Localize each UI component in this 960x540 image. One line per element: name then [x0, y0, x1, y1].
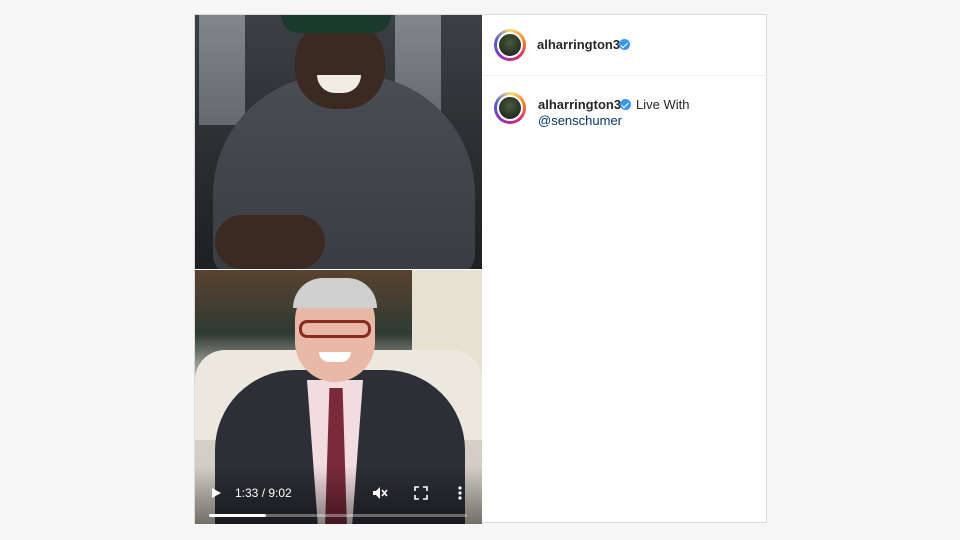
author-avatar[interactable]	[494, 92, 526, 124]
caption-username[interactable]: alharrington3	[538, 97, 621, 112]
video-progress-bar[interactable]	[209, 514, 467, 517]
play-icon	[212, 488, 221, 498]
video-time-display: 1:33 / 9:02	[235, 486, 292, 500]
more-vertical-icon	[458, 486, 462, 500]
person-hands	[215, 215, 325, 269]
author-username[interactable]: alharrington3	[537, 37, 620, 52]
mute-button[interactable]	[371, 484, 389, 502]
person-cap	[281, 15, 391, 33]
author-avatar[interactable]	[494, 29, 526, 61]
mention-link[interactable]: @senschumer	[538, 113, 622, 128]
live-video-player[interactable]: 1:33 / 9:02	[195, 15, 482, 524]
muted-speaker-icon	[373, 487, 388, 499]
verified-badge-icon	[620, 99, 631, 110]
fullscreen-button[interactable]	[412, 484, 430, 502]
caption-text: Live With	[636, 97, 690, 112]
instagram-post: 1:33 / 9:02 alharrington3 alharrington3 …	[194, 14, 767, 524]
post-sidebar: alharrington3 alharrington3 Live With @s…	[482, 15, 766, 522]
play-button[interactable]	[209, 486, 223, 500]
video-progress-fill	[209, 514, 266, 517]
verified-badge-icon	[619, 39, 630, 50]
more-options-button[interactable]	[455, 484, 465, 502]
person-glasses	[299, 320, 371, 338]
post-header: alharrington3	[482, 15, 766, 76]
person-hair	[293, 278, 377, 308]
video-frame-host	[195, 15, 482, 275]
fullscreen-icon	[414, 486, 428, 500]
person-smile	[319, 352, 351, 362]
video-controls: 1:33 / 9:02	[195, 466, 482, 524]
background-window	[199, 15, 245, 125]
